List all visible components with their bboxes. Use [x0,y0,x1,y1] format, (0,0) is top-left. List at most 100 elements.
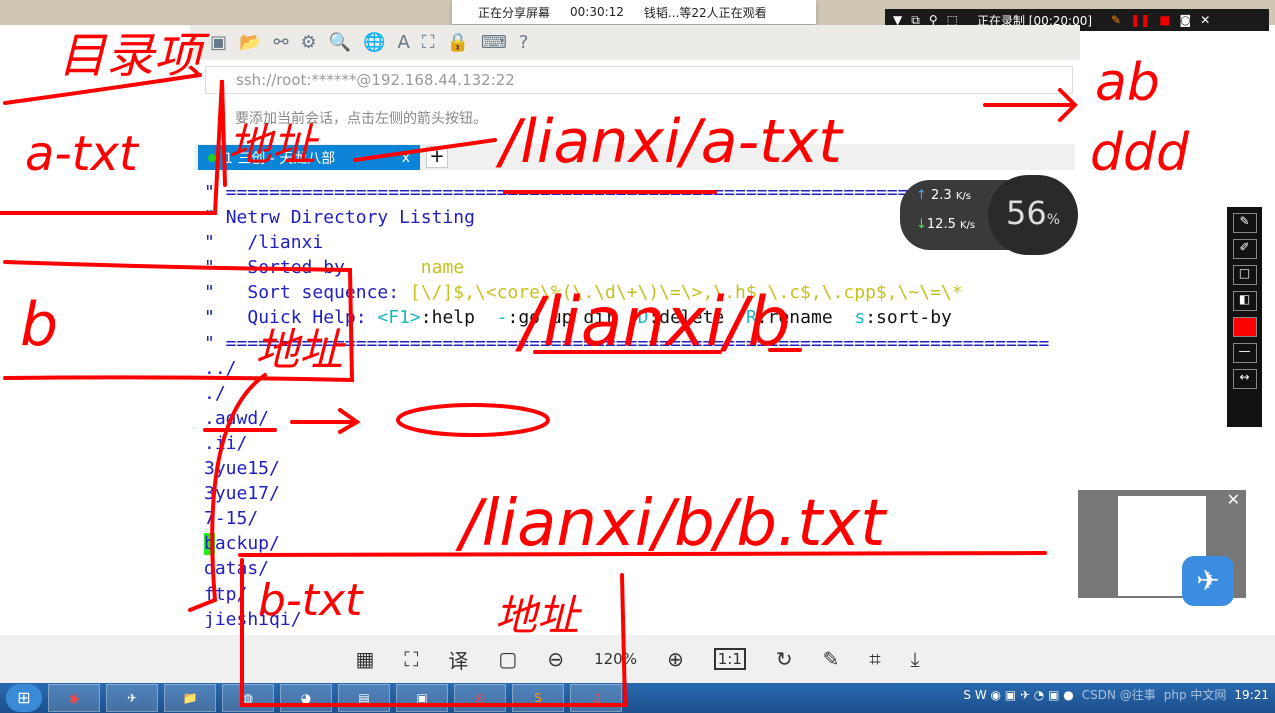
zoom-level: 120% [594,650,637,668]
expand-icon[interactable]: ↔ [1232,369,1257,389]
help-action: :sort-by [865,307,952,329]
eraser-icon[interactable]: ◧ [1232,291,1257,311]
pause-icon[interactable]: ❚❚ [1130,13,1150,27]
translate-icon[interactable]: 译 [448,645,468,674]
bird-app-icon[interactable]: ✈ [1182,556,1234,606]
netrw-path: /lianxi [247,232,324,254]
directory-entry[interactable]: .ii/ [204,431,1055,456]
directory-entry[interactable]: 3yue15/ [204,456,1055,481]
thumbnails-icon[interactable]: ▦ [355,647,374,671]
directory-entry[interactable]: ./ [204,381,1055,406]
directory-entry-name: 3yue15/ [204,458,280,480]
directory-entry-name: ./ [204,382,226,404]
annotation-text: ab [1095,53,1160,113]
directory-entry[interactable]: backup/ [204,531,1055,556]
zoom-in-icon[interactable]: ⊕ [667,647,684,671]
directory-entry-name: .ii/ [204,432,248,454]
tray-icons[interactable]: S W ◉ ▣ ✈ ◔ ▣ ● [963,688,1073,702]
start-button[interactable]: ⊞ [6,684,42,712]
directory-list: ../ ./ .adwd/ .ii/3yue15/3yue17/7-15/backup… [204,356,1055,628]
directory-entry[interactable]: 3yue17/ [204,481,1055,506]
pen-icon[interactable]: ✎ [1111,13,1121,27]
screen-share-bar: 正在分享屏幕 00:30:12 钱韬...等22人正在观看 [452,0,816,24]
sort-seq-label: Sort sequence: [247,282,400,304]
connect-icon[interactable]: ⚯ [273,32,288,53]
font-icon[interactable]: A [398,32,410,53]
directory-entry[interactable]: ftp/ [204,582,1055,607]
directory-entry[interactable]: datas/ [204,556,1055,581]
taskbar-app-xshell[interactable]: ◎ [454,684,506,712]
directory-entry-name: .adwd/ [204,407,270,429]
crop-icon[interactable]: ⌗ [869,647,880,671]
help-action: :rename [756,307,833,329]
image-viewer-toolbar: ▦ ⛶ 译 ▢ ⊖ 120% ⊕ 1:1 ↻ ✎ ⌗ ⤓ [0,635,1275,683]
rotate-icon[interactable]: ↻ [776,647,793,671]
stop-icon[interactable]: ■ [1159,13,1170,27]
settings-icon[interactable]: ⚙ [301,32,317,53]
annotation-text: a-txt [25,126,140,182]
tab-close-button[interactable]: x [402,150,410,166]
rectangle-icon[interactable]: □ [1232,265,1257,285]
camera-icon[interactable]: ◙ [1180,13,1192,27]
close-icon[interactable]: ✕ [1227,490,1240,509]
system-tray: S W ◉ ▣ ✈ ◔ ▣ ● CSDN @往事 php 中文网 19:21 [963,686,1269,703]
quick-help-label: Quick Help: [247,307,367,329]
netrw-title: Netrw Directory Listing [225,207,475,229]
help-key: s [854,307,866,329]
sorted-by-value: name [420,257,465,279]
actual-size-button[interactable]: 1:1 [713,648,746,670]
color-red-icon[interactable] [1232,317,1257,337]
help-icon[interactable]: ? [519,32,529,53]
lock-icon[interactable]: 🔒 [446,32,468,53]
zoom-out-icon[interactable]: ⊖ [547,647,564,671]
taskbar-app-music[interactable]: ♫ [570,684,622,712]
status-dot-icon [208,153,216,162]
clock[interactable]: 19:21 [1234,688,1269,702]
directory-entry-name: ftp/ [204,583,248,605]
help-action: :help [420,307,475,329]
directory-entry-name: backup/ [204,533,280,555]
keyboard-icon[interactable]: ⌨ [481,32,507,53]
highlighter-icon[interactable]: ✐ [1232,239,1257,259]
annotation-text: ddd [1090,123,1190,183]
search-icon[interactable]: 🔍 [329,32,351,53]
taskbar-app-vm[interactable]: ▣ [396,684,448,712]
rule-line: " ======================================… [204,332,1050,354]
open-folder-icon[interactable]: 📂 [239,32,261,53]
help-key: D [637,307,649,329]
taskbar-app-qq[interactable]: ◕ [280,684,332,712]
tab-session[interactable]: 1 三创 - 天龙八部 x [198,145,420,170]
sorted-by-label: Sorted by [247,257,345,279]
directory-entry-name: 7-15/ [204,508,259,530]
directory-entry[interactable]: 7-15/ [204,506,1055,531]
ocr-icon[interactable]: ⛶ [404,647,418,671]
cpu-gauge[interactable]: 56% [988,175,1078,255]
download-icon[interactable]: ⤓ [911,647,920,671]
fit-screen-icon[interactable]: ▢ [498,647,517,671]
share-viewers[interactable]: 钱韬...等22人正在观看 [644,4,767,21]
php-watermark: php 中文网 [1163,688,1227,702]
directory-entry[interactable]: jieshiqi/ [204,607,1055,628]
taskbar-app-bird[interactable]: ✈ [106,684,158,712]
taskbar-app-notepad[interactable]: ▤ [338,684,390,712]
new-session-icon[interactable]: ▣ [210,32,227,53]
taskbar-app-explorer[interactable]: 📁 [164,684,216,712]
taskbar-app-netease[interactable]: ◉ [48,684,100,712]
tab-label: 1 三创 - 天龙八部 [224,150,336,167]
pen-icon[interactable]: ✎ [1232,213,1257,233]
unit: K/s [955,191,971,202]
directory-entry[interactable]: .adwd/ [204,406,1055,431]
taskbar-app-sublime[interactable]: S [512,684,564,712]
edit-icon[interactable]: ✎ [823,647,840,671]
taskbar-app-chrome[interactable]: ◍ [222,684,274,712]
unit: K/s [960,220,976,231]
annotation-tool-panel: ✎ ✐ □ ◧ — ↔ [1227,207,1262,427]
annotation-text: b [20,290,58,360]
add-tab-button[interactable]: + [426,146,448,168]
address-bar[interactable]: ssh://root:******@192.168.44.132:22 [205,66,1073,94]
close-icon[interactable]: ✕ [1200,13,1210,27]
fullscreen-icon[interactable]: ⛶ [422,32,435,53]
directory-entry[interactable]: ../ [204,356,1055,381]
globe-icon[interactable]: 🌐 [363,32,385,53]
line-width-icon[interactable]: — [1232,343,1257,363]
